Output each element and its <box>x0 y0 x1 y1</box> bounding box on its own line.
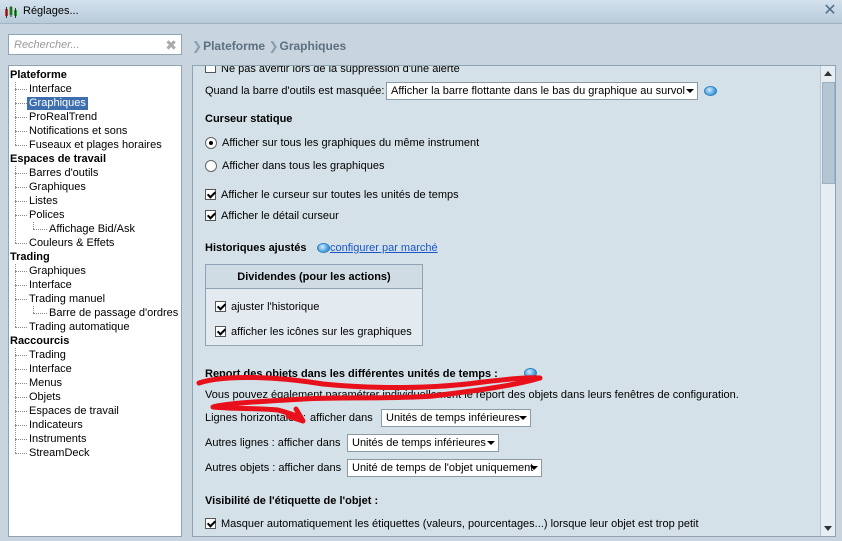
report-objets-description: Vous pouvez également paramétrer individ… <box>205 389 739 401</box>
info-bubble-icon[interactable] <box>704 86 717 96</box>
search-input[interactable] <box>12 37 162 52</box>
close-icon[interactable]: ✕ <box>822 3 838 19</box>
ajuster-historique-checkbox[interactable] <box>215 301 226 312</box>
tree-category-plateforme[interactable]: Plateforme <box>10 69 67 82</box>
afficher-icones-checkbox[interactable] <box>215 326 226 337</box>
cursor-all-timeframes-label: Afficher le curseur sur toutes les unité… <box>221 189 459 201</box>
configurer-par-marche-link[interactable]: configurer par marché <box>330 241 438 255</box>
scroll-thumb[interactable] <box>822 82 835 184</box>
window-title: Réglages... <box>23 5 79 17</box>
scroll-up-arrow-icon[interactable] <box>821 66 835 81</box>
info-bubble-icon[interactable] <box>317 243 330 253</box>
info-bubble-icon[interactable] <box>524 368 537 378</box>
tree-item-prorealtrend[interactable]: ProRealTrend <box>27 111 99 124</box>
autres-lignes-value: Unités de temps inférieures <box>352 437 486 449</box>
breadcrumb-item[interactable]: Graphiques <box>280 39 347 53</box>
tree-item-graphiques-trading[interactable]: Graphiques <box>27 265 88 278</box>
lignes-horizontales-dropdown[interactable]: Unités de temps inférieures <box>381 409 531 427</box>
autres-lignes-dropdown[interactable]: Unités de temps inférieures <box>347 434 499 452</box>
toolbar-hidden-dropdown[interactable]: Afficher la barre flottante dans le bas … <box>386 82 698 100</box>
tree-item-trading-manuel[interactable]: Trading manuel <box>27 293 107 306</box>
dividendes-title: Dividendes (pour les actions) <box>206 265 422 289</box>
tree-item-notifications[interactable]: Notifications et sons <box>27 125 129 138</box>
tree-item-listes[interactable]: Listes <box>27 195 60 208</box>
settings-content: Ne pas avertir lors de la suppression d'… <box>192 65 836 537</box>
masquer-etiquettes-label: Masquer automatiquement les étiquettes (… <box>221 518 699 530</box>
title-bar: Réglages... ✕ <box>0 0 842 24</box>
masquer-etiquettes-checkbox[interactable] <box>205 518 216 529</box>
autres-objets-dropdown[interactable]: Unité de temps de l'objet uniquement <box>347 459 542 477</box>
chevron-down-icon <box>686 89 694 93</box>
tree-item-raccourcis-trading[interactable]: Trading <box>27 349 68 362</box>
tree-item-espaces-travail[interactable]: Espaces de travail <box>27 405 121 418</box>
ajuster-historique-label: ajuster l'historique <box>231 301 320 313</box>
tree-category-raccourcis[interactable]: Raccourcis <box>10 335 69 348</box>
toolbar-hidden-value: Afficher la barre flottante dans le bas … <box>391 85 685 97</box>
cursor-all-timeframes-checkbox[interactable] <box>205 189 216 200</box>
tree-item-menus[interactable]: Menus <box>27 377 64 390</box>
tree-item-affichage-bid-ask[interactable]: Affichage Bid/Ask <box>47 223 137 236</box>
chevron-right-icon: ❯ <box>192 38 203 53</box>
visibilite-etiquette-title: Visibilité de l'étiquette de l'objet : <box>205 495 379 507</box>
toolbar-hidden-label: Quand la barre d'outils est masquée: <box>205 85 385 97</box>
scroll-down-arrow-icon[interactable] <box>821 521 835 536</box>
candlestick-app-icon <box>5 6 17 18</box>
tree-item-graphiques-espaces[interactable]: Graphiques <box>27 181 88 194</box>
tree-item-fuseaux[interactable]: Fuseaux et plages horaires <box>27 139 164 152</box>
clear-search-icon[interactable]: ✖ <box>165 36 177 54</box>
radio-same-instrument-label: Afficher sur tous les graphiques du même… <box>222 137 480 149</box>
tree-item-interface-trading[interactable]: Interface <box>27 279 74 292</box>
tree-item-trading-automatique[interactable]: Trading automatique <box>27 321 132 334</box>
breadcrumb: ❯Plateforme ❯Graphiques <box>192 38 346 53</box>
tree-item-couleurs-effets[interactable]: Couleurs & Effets <box>27 237 116 250</box>
alert-delete-warning-label: Ne pas avertir lors de la suppression d'… <box>221 65 460 75</box>
chevron-right-icon: ❯ <box>268 38 279 53</box>
tree-item-interface[interactable]: Interface <box>27 83 74 96</box>
radio-all-charts-label: Afficher dans tous les graphiques <box>222 160 385 172</box>
tree-item-polices[interactable]: Polices <box>27 209 66 222</box>
chevron-down-icon <box>530 466 538 470</box>
lignes-horizontales-label: Lignes horizontales : <box>205 412 306 424</box>
radio-all-charts[interactable] <box>205 160 217 172</box>
settings-tree: Plateforme Interface Graphiques ProRealT… <box>8 65 182 537</box>
tree-item-objets[interactable]: Objets <box>27 391 63 404</box>
chevron-down-icon <box>519 416 527 420</box>
report-objets-title: Report des objets dans les différentes u… <box>205 368 498 380</box>
tree-item-indicateurs[interactable]: Indicateurs <box>27 419 85 432</box>
content-scrollbar[interactable] <box>820 66 835 536</box>
dividendes-box: Dividendes (pour les actions) ajuster l'… <box>205 264 423 346</box>
radio-same-instrument[interactable] <box>205 137 217 149</box>
tree-item-streamdeck[interactable]: StreamDeck <box>27 447 92 460</box>
afficher-icones-label: afficher les icônes sur les graphiques <box>231 326 412 338</box>
autres-objets-value: Unité de temps de l'objet uniquement <box>352 462 534 474</box>
curseur-statique-title: Curseur statique <box>205 113 293 125</box>
tree-item-raccourcis-interface[interactable]: Interface <box>27 363 74 376</box>
lignes-horizontales-mid-label: afficher dans <box>310 412 373 424</box>
settings-window: Réglages... ✕ ✖ ❯Plateforme ❯Graphiques … <box>0 0 842 541</box>
alert-delete-warning-checkbox[interactable] <box>205 66 216 73</box>
tree-item-barres-outils[interactable]: Barres d'outils <box>27 167 100 180</box>
tree-item-graphiques[interactable]: Graphiques <box>27 97 88 110</box>
breadcrumb-item[interactable]: Plateforme <box>203 39 265 53</box>
chevron-down-icon <box>487 441 495 445</box>
tree-category-espaces[interactable]: Espaces de travail <box>10 153 106 166</box>
cursor-detail-checkbox[interactable] <box>205 210 216 221</box>
lignes-horizontales-value: Unités de temps inférieures <box>386 412 520 424</box>
tree-item-instruments[interactable]: Instruments <box>27 433 88 446</box>
historiques-ajustes-title: Historiques ajustés <box>205 242 307 254</box>
tree-category-trading[interactable]: Trading <box>10 251 50 264</box>
autres-objets-label: Autres objets : afficher dans <box>205 462 342 474</box>
tree-item-barre-passage-ordres[interactable]: Barre de passage d'ordres <box>47 307 180 320</box>
search-box: ✖ <box>8 34 182 55</box>
cursor-detail-label: Afficher le détail curseur <box>221 210 339 222</box>
autres-lignes-label: Autres lignes : afficher dans <box>205 437 341 449</box>
